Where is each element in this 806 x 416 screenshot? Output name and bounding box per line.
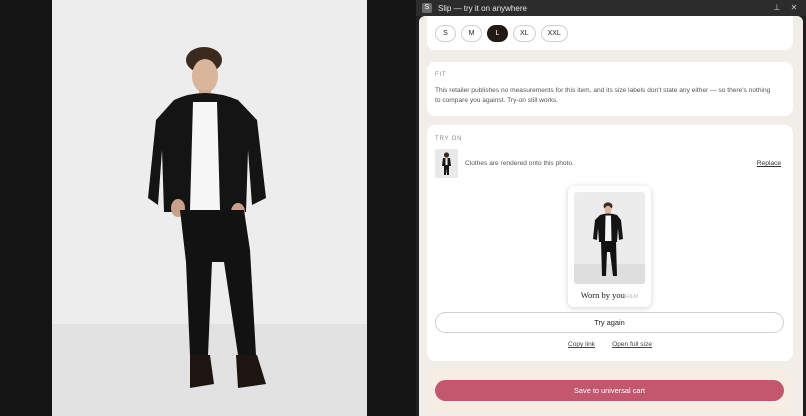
window-title: Slip — try it on anywhere (438, 3, 527, 13)
open-full-size-button[interactable]: Open full size (612, 341, 652, 348)
try-on-result-card[interactable]: Worn by youH&M (568, 186, 651, 307)
try-on-caption: Worn by youH&M (568, 290, 651, 300)
size-selector-card: S M L XL XXL (427, 16, 793, 50)
size-option-l[interactable]: L (487, 25, 508, 42)
user-photo-thumbnail (435, 149, 458, 178)
size-option-m[interactable]: M (461, 25, 482, 42)
size-option-s[interactable]: S (435, 25, 456, 42)
app-icon: S (422, 3, 432, 13)
product-page (0, 0, 416, 416)
try-on-label: TRY ON (435, 136, 463, 142)
window-titlebar: S Slip — try it on anywhere ⊥ ✕ (416, 0, 806, 16)
pin-icon[interactable]: ⊥ (771, 2, 783, 14)
size-option-xl[interactable]: XL (513, 25, 536, 42)
fit-label: FIT (435, 72, 447, 78)
try-again-button[interactable]: Try again (435, 312, 784, 333)
fit-card: FIT This retailer publishes no measureme… (427, 62, 793, 116)
size-options: S M L XL XXL (435, 25, 568, 42)
model-figure (148, 47, 266, 388)
save-to-cart-button[interactable]: Save to universal cart (435, 380, 784, 401)
cart-card: Save to universal cart (427, 369, 793, 414)
fit-description: This retailer publishes no measurements … (435, 87, 771, 104)
size-option-xxl[interactable]: XXL (540, 25, 568, 42)
result-links: Copy link Open full size (427, 341, 793, 348)
caption-text: Worn by you (580, 290, 625, 300)
slip-panel: S Slip — try it on anywhere ⊥ ✕ S M L XL… (416, 0, 806, 416)
panel-content: S M L XL XXL FIT This retailer publishes… (419, 16, 803, 416)
try-on-result-image (574, 192, 645, 284)
replace-photo-link[interactable]: Replace (757, 160, 781, 167)
close-icon[interactable]: ✕ (788, 2, 800, 14)
caption-brand: H&M (624, 294, 639, 300)
copy-link-button[interactable]: Copy link (568, 341, 595, 348)
try-on-description: Clothes are rendered onto this photo. (465, 160, 574, 167)
product-photo (52, 0, 367, 416)
try-on-card: TRY ON Clothes are rendered onto this ph… (427, 125, 793, 361)
